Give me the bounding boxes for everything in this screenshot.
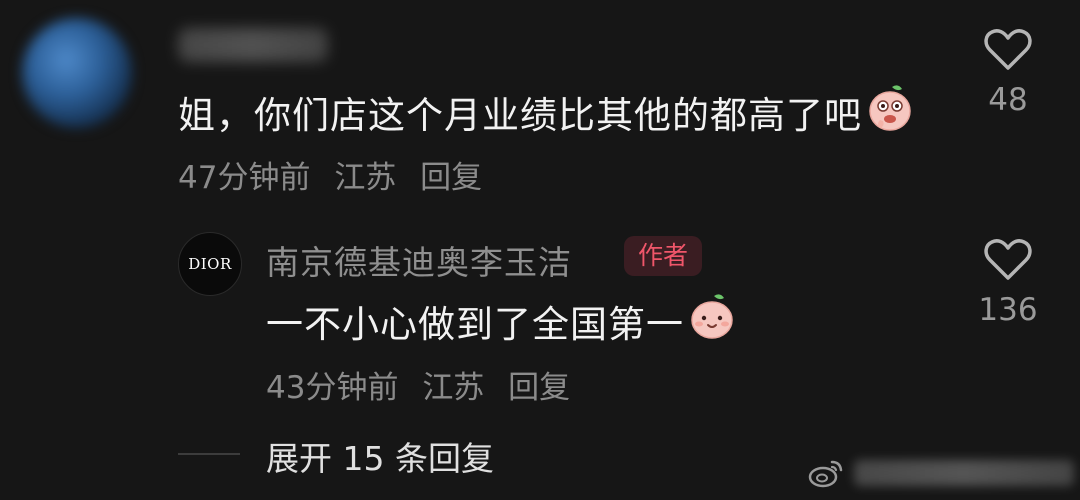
- heart-icon[interactable]: [983, 238, 1033, 282]
- reply-like-count: 136: [978, 292, 1038, 328]
- peach-shy-emoji-icon: [866, 82, 914, 141]
- comment-body: 姐，你们店这个月业绩比其他的都高了吧: [178, 82, 914, 141]
- commenter-username-blurred[interactable]: [178, 28, 328, 62]
- comment-meta: 47分钟前 江苏 回复: [178, 152, 496, 197]
- comment-time: 47分钟前: [178, 160, 311, 196]
- commenter-avatar[interactable]: [22, 18, 132, 128]
- author-badge: 作者: [624, 236, 703, 276]
- comment-like-button[interactable]: 48: [978, 28, 1038, 118]
- comment-location: 江苏: [334, 160, 397, 196]
- reply-meta: 43分钟前 江苏 回复: [266, 362, 584, 407]
- expand-replies-button[interactable]: 展开 15 条回复: [266, 432, 494, 480]
- reply-time: 43分钟前: [266, 370, 399, 406]
- reply-reply-button[interactable]: 回复: [508, 370, 570, 406]
- reply-body: 一不小心做到了全国第一: [266, 292, 736, 349]
- comment-text: 姐，你们店这个月业绩比其他的都高了吧: [178, 93, 862, 137]
- comment-thread: 姐，你们店这个月业绩比其他的都高了吧 47分钟前 江苏 回复 48 DIOR 南…: [0, 0, 1080, 500]
- dior-logo-text: DIOR: [188, 255, 232, 273]
- reply-location: 江苏: [422, 370, 485, 406]
- watermark-text-blurred: [854, 460, 1074, 486]
- comment-like-count: 48: [988, 82, 1028, 118]
- peach-smile-emoji-icon: [688, 292, 736, 349]
- reply-text: 一不小心做到了全国第一: [266, 302, 684, 346]
- expand-divider: [178, 453, 240, 455]
- weibo-watermark: [808, 458, 1074, 488]
- reply-like-button[interactable]: 136: [978, 238, 1038, 328]
- heart-icon[interactable]: [983, 28, 1033, 72]
- reply-username[interactable]: 南京德基迪奥李玉洁: [266, 236, 572, 284]
- reply-avatar[interactable]: DIOR: [178, 232, 242, 296]
- weibo-logo-icon: [808, 460, 843, 488]
- comment-reply-button[interactable]: 回复: [420, 160, 482, 196]
